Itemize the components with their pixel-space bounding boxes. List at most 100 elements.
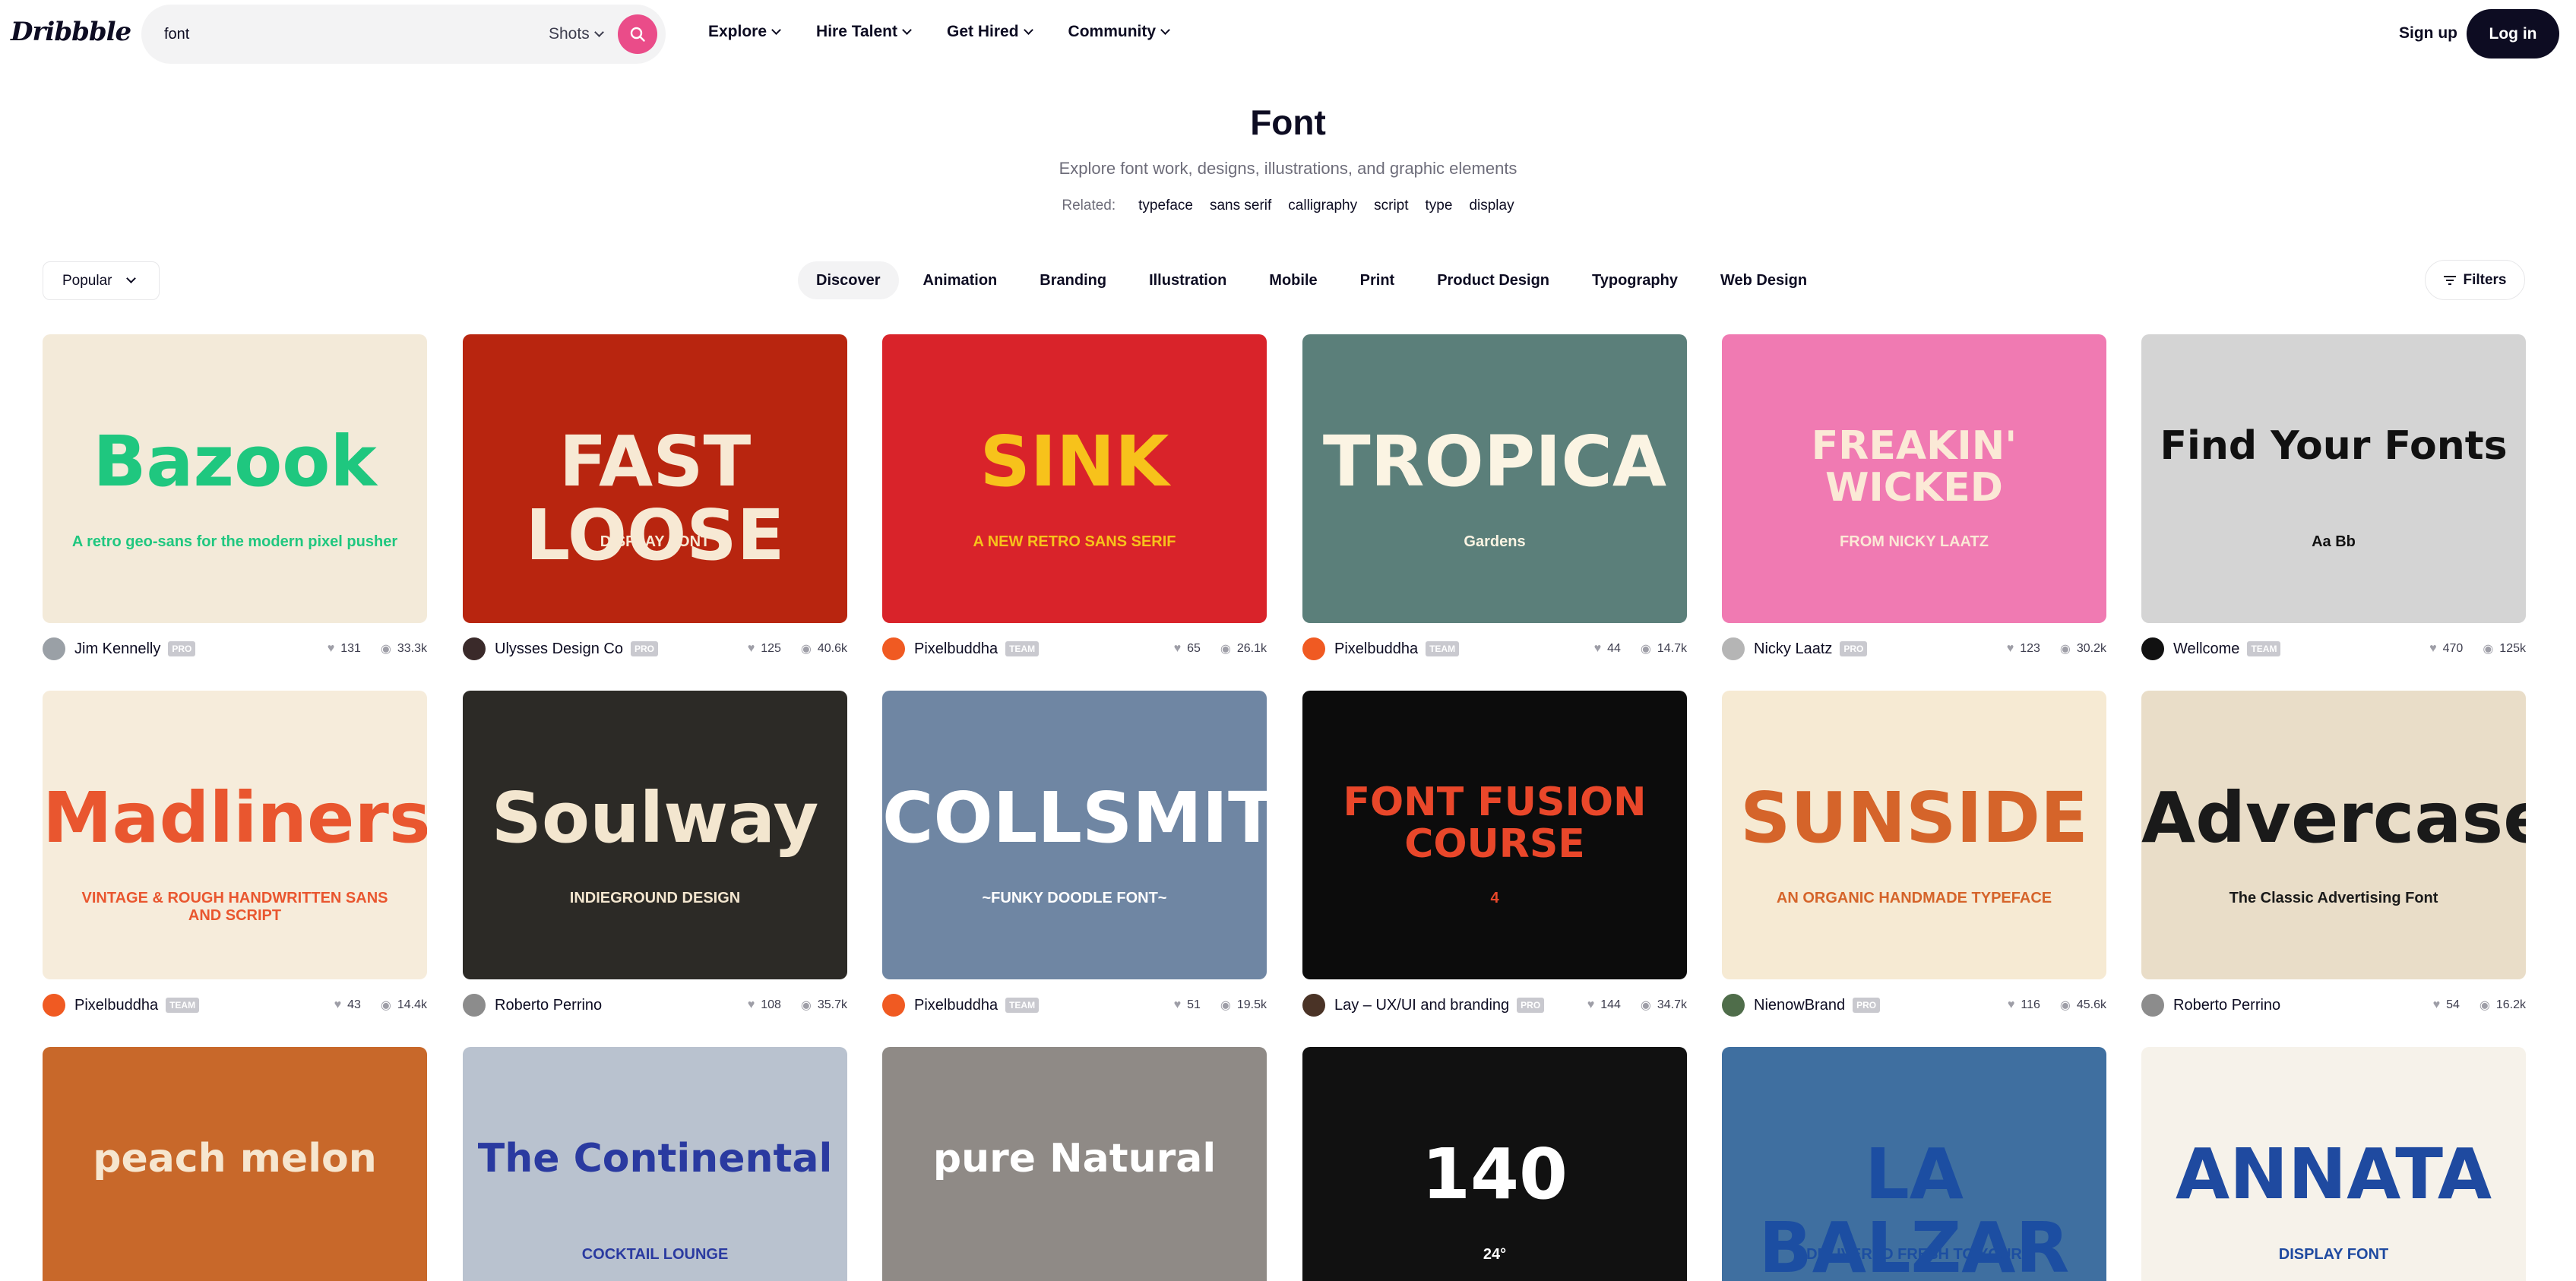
heart-icon[interactable]: ♥ — [1174, 642, 1182, 656]
shot-thumbnail[interactable]: 140 24° — [1302, 1047, 1687, 1281]
avatar[interactable] — [43, 637, 65, 660]
shot-thumbnail[interactable]: pure Natural — [882, 1047, 1267, 1281]
shot-card[interactable]: ANNATA DISPLAY FONT — [2141, 1047, 2526, 1281]
tab-mobile[interactable]: Mobile — [1251, 261, 1335, 299]
shot-card[interactable]: SINK A NEW RETRO SANS SERIF Pixelbuddha TEA… — [882, 334, 1267, 660]
heart-icon[interactable]: ♥ — [328, 642, 335, 656]
tab-typography[interactable]: Typography — [1574, 261, 1696, 299]
shot-card[interactable]: 140 24° — [1302, 1047, 1687, 1281]
log-in-button[interactable]: Log in — [2467, 9, 2559, 59]
author-name[interactable]: Roberto Perrino — [495, 997, 602, 1014]
shot-card[interactable]: Soulway INDIEGROUND DESIGN Roberto Perrino… — [463, 691, 847, 1017]
avatar[interactable] — [1302, 994, 1325, 1017]
author-name[interactable]: Jim Kennelly — [74, 640, 160, 658]
author-name[interactable]: Wellcome — [2173, 640, 2239, 658]
author-name[interactable]: NienowBrand — [1754, 997, 1845, 1014]
shot-thumbnail[interactable]: FREAKIN' WICKED FROM NICKY LAATZ — [1722, 334, 2106, 623]
heart-icon[interactable]: ♥ — [2007, 642, 2014, 656]
avatar[interactable] — [2141, 994, 2164, 1017]
shot-card[interactable]: The Continental COCKTAIL LOUNGE — [463, 1047, 847, 1281]
avatar[interactable] — [463, 994, 486, 1017]
heart-icon[interactable]: ♥ — [2433, 998, 2441, 1012]
avatar[interactable] — [1302, 637, 1325, 660]
author-name[interactable]: Pixelbuddha — [914, 640, 998, 658]
search-button[interactable] — [618, 14, 657, 54]
avatar[interactable] — [43, 994, 65, 1017]
related-tag[interactable]: typeface — [1138, 198, 1193, 214]
related-tag[interactable]: script — [1374, 198, 1408, 214]
related-tag[interactable]: type — [1426, 198, 1453, 214]
shot-card[interactable]: FONT FUSION COURSE 4 Lay – UX/UI and brand… — [1302, 691, 1687, 1017]
heart-icon[interactable]: ♥ — [2008, 998, 2015, 1012]
heart-icon[interactable]: ♥ — [748, 998, 755, 1012]
dribbble-logo[interactable]: Dribbble — [11, 17, 131, 47]
tab-illustration[interactable]: Illustration — [1131, 261, 1245, 299]
shot-thumbnail[interactable]: COLLSMITH ~FUNKY DOODLE FONT~ — [882, 691, 1267, 979]
search-bar[interactable]: font Shots — [141, 5, 666, 64]
shot-thumbnail[interactable]: SINK A NEW RETRO SANS SERIF — [882, 334, 1267, 623]
filters-button[interactable]: Filters — [2425, 260, 2525, 300]
author-name[interactable]: Lay – UX/UI and branding — [1334, 997, 1509, 1014]
shot-card[interactable]: SUNSIDE AN ORGANIC HANDMADE TYPEFACE Nieno… — [1722, 691, 2106, 1017]
shot-thumbnail[interactable]: Madliners VINTAGE & ROUGH HANDWRITTEN SAN… — [43, 691, 427, 979]
nav-explore[interactable]: Explore — [708, 23, 781, 41]
shot-card[interactable]: peach melon — [43, 1047, 427, 1281]
author-name[interactable]: Roberto Perrino — [2173, 997, 2280, 1014]
sign-up-link[interactable]: Sign up — [2399, 24, 2457, 43]
shot-card[interactable]: pure Natural — [882, 1047, 1267, 1281]
shot-thumbnail[interactable]: Advercase The Classic Advertising Font — [2141, 691, 2526, 979]
related-tag[interactable]: display — [1469, 198, 1514, 214]
nav-hire-talent[interactable]: Hire Talent — [816, 23, 912, 41]
author-name[interactable]: Nicky Laatz — [1754, 640, 1832, 658]
search-input[interactable]: font — [164, 26, 189, 43]
author-name[interactable]: Pixelbuddha — [1334, 640, 1418, 658]
shot-card[interactable]: Bazook A retro geo-sans for the modern pi… — [43, 334, 427, 660]
author-name[interactable]: Pixelbuddha — [914, 997, 998, 1014]
shot-card[interactable]: Find Your Fonts Aa Bb Wellcome TEAM ♥ 470 ◉ 125… — [2141, 334, 2526, 660]
search-scope-dropdown[interactable]: Shots — [549, 25, 604, 43]
shot-thumbnail[interactable]: peach melon — [43, 1047, 427, 1281]
shot-card[interactable]: TROPICA Gardens Pixelbuddha TEAM ♥ 44 ◉ 14.7k — [1302, 334, 1687, 660]
avatar[interactable] — [1722, 637, 1745, 660]
avatar[interactable] — [2141, 637, 2164, 660]
heart-icon[interactable]: ♥ — [2429, 642, 2437, 656]
tab-web-design[interactable]: Web Design — [1702, 261, 1825, 299]
shot-thumbnail[interactable]: TROPICA Gardens — [1302, 334, 1687, 623]
sort-dropdown[interactable]: Popular — [43, 261, 160, 300]
heart-icon[interactable]: ♥ — [1594, 642, 1602, 656]
tab-discover[interactable]: Discover — [798, 261, 899, 299]
shot-card[interactable]: FREAKIN' WICKED FROM NICKY LAATZ Nicky Laa… — [1722, 334, 2106, 660]
heart-icon[interactable]: ♥ — [1587, 998, 1595, 1012]
avatar[interactable] — [1722, 994, 1745, 1017]
shot-card[interactable]: Madliners VINTAGE & ROUGH HANDWRITTEN SAN… — [43, 691, 427, 1017]
shot-card[interactable]: FAST LOOSE DISPLAY FONT Ulysses Design Co P… — [463, 334, 847, 660]
tab-branding[interactable]: Branding — [1021, 261, 1125, 299]
shot-card[interactable]: Advercase The Classic Advertising Font Rob… — [2141, 691, 2526, 1017]
shot-thumbnail[interactable]: FONT FUSION COURSE 4 — [1302, 691, 1687, 979]
tab-product-design[interactable]: Product Design — [1419, 261, 1568, 299]
shot-thumbnail[interactable]: Find Your Fonts Aa Bb — [2141, 334, 2526, 623]
shot-thumbnail[interactable]: Soulway INDIEGROUND DESIGN — [463, 691, 847, 979]
shot-card[interactable]: LA BALZAR DELIVERED FRESH TO YOUR — [1722, 1047, 2106, 1281]
nav-get-hired[interactable]: Get Hired — [947, 23, 1033, 41]
shot-thumbnail[interactable]: LA BALZAR DELIVERED FRESH TO YOUR — [1722, 1047, 2106, 1281]
nav-community[interactable]: Community — [1068, 23, 1170, 41]
tab-animation[interactable]: Animation — [905, 261, 1016, 299]
shot-card[interactable]: COLLSMITH ~FUNKY DOODLE FONT~ Pixelbuddha T… — [882, 691, 1267, 1017]
author-name[interactable]: Ulysses Design Co — [495, 640, 623, 658]
shot-thumbnail[interactable]: The Continental COCKTAIL LOUNGE — [463, 1047, 847, 1281]
tab-print[interactable]: Print — [1342, 261, 1413, 299]
heart-icon[interactable]: ♥ — [1174, 998, 1182, 1012]
author-name[interactable]: Pixelbuddha — [74, 997, 158, 1014]
avatar[interactable] — [882, 637, 905, 660]
shot-thumbnail[interactable]: SUNSIDE AN ORGANIC HANDMADE TYPEFACE — [1722, 691, 2106, 979]
shot-thumbnail[interactable]: ANNATA DISPLAY FONT — [2141, 1047, 2526, 1281]
related-tag[interactable]: sans serif — [1210, 198, 1271, 214]
heart-icon[interactable]: ♥ — [334, 998, 342, 1012]
avatar[interactable] — [463, 637, 486, 660]
avatar[interactable] — [882, 994, 905, 1017]
related-tag[interactable]: calligraphy — [1288, 198, 1357, 214]
shot-thumbnail[interactable]: FAST LOOSE DISPLAY FONT — [463, 334, 847, 623]
heart-icon[interactable]: ♥ — [748, 642, 755, 656]
shot-thumbnail[interactable]: Bazook A retro geo-sans for the modern pi… — [43, 334, 427, 623]
